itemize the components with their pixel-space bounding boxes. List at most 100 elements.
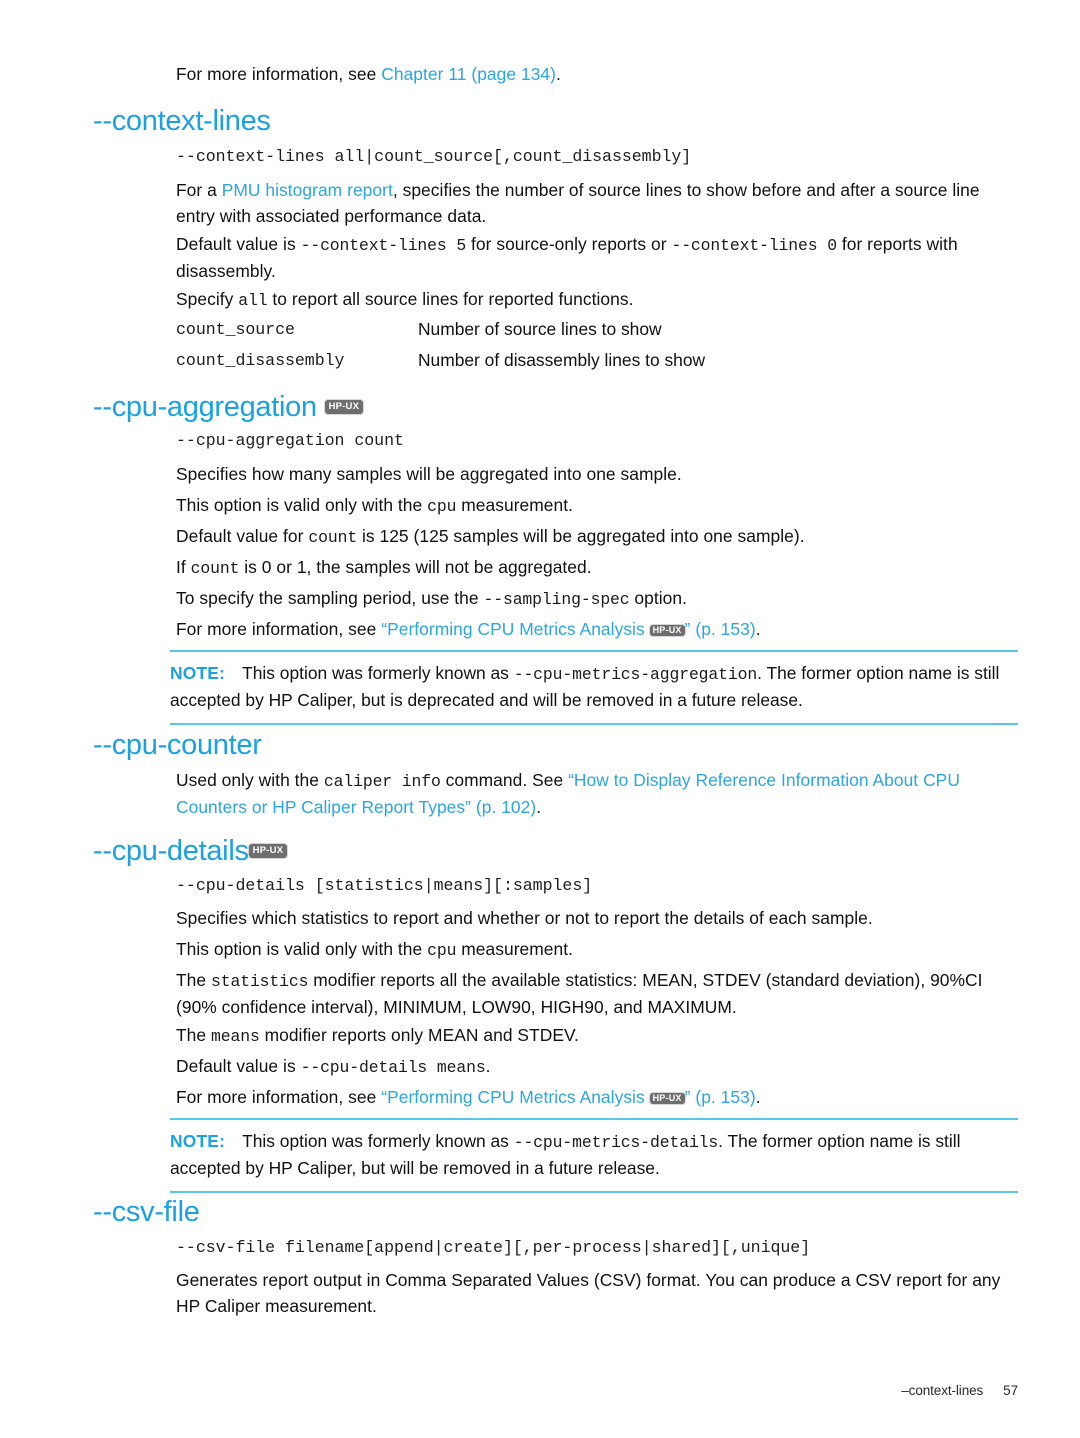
p2-code: cpu bbox=[427, 497, 457, 516]
footer-option-name: –context-lines bbox=[901, 1383, 984, 1398]
pmu-histogram-report-link[interactable]: PMU histogram report bbox=[222, 180, 393, 200]
p3-text-a: The bbox=[176, 970, 211, 990]
hpux-badge-icon: HP-UX bbox=[324, 400, 364, 414]
p4-code: means bbox=[211, 1027, 260, 1046]
context-lines-paragraph-3: Specify all to report all source lines f… bbox=[176, 287, 1021, 314]
intro-prefix: For more information, see bbox=[176, 64, 382, 84]
p2-text-a: This option is valid only with the bbox=[176, 939, 428, 959]
p2-code-2: --context-lines 0 bbox=[671, 236, 837, 255]
definition-term: count_source bbox=[176, 320, 295, 339]
p5-code: --cpu-details means bbox=[300, 1058, 486, 1077]
heading-cpu-counter: --cpu-counter bbox=[93, 728, 262, 762]
context-lines-paragraph-2: Default value is --context-lines 5 for s… bbox=[176, 232, 1021, 284]
p6-text-b: . bbox=[755, 619, 761, 639]
note-label: NOTE: bbox=[170, 663, 226, 683]
performing-cpu-metrics-analysis-link[interactable]: “Performing CPU Metrics Analysis HP-UX” … bbox=[381, 619, 755, 639]
p3-text-a: Specify bbox=[176, 289, 239, 309]
hpux-badge-icon: HP-UX bbox=[649, 1093, 685, 1104]
note-text-a: This option was formerly known as bbox=[242, 1131, 514, 1151]
document-page: For more information, see Chapter 11 (pa… bbox=[0, 0, 1080, 1438]
heading-csv-file: --csv-file bbox=[93, 1195, 200, 1229]
intro-paragraph: For more information, see Chapter 11 (pa… bbox=[176, 62, 1021, 88]
note-code: --cpu-metrics-aggregation bbox=[513, 665, 758, 684]
p2-text-b: measurement. bbox=[456, 939, 573, 959]
footer-content: –context-lines 57 bbox=[901, 1383, 1018, 1398]
cpu-details-paragraph-5: Default value is --cpu-details means. bbox=[176, 1054, 1021, 1081]
p4-text-a: If bbox=[176, 557, 191, 577]
csv-file-paragraph-1: Generates report output in Comma Separat… bbox=[176, 1270, 1001, 1316]
note-code: --cpu-metrics-details bbox=[513, 1133, 719, 1152]
heading-context-lines: --context-lines bbox=[93, 104, 271, 138]
p2-code: cpu bbox=[427, 941, 457, 960]
heading-context-lines-label: --context-lines bbox=[93, 105, 271, 137]
p5-text-a: To specify the sampling period, use the bbox=[176, 588, 484, 608]
heading-cpu-aggregation: --cpu-aggregation HP-UX bbox=[93, 390, 364, 424]
note-body: NOTE: This option was formerly known as -… bbox=[170, 1120, 1018, 1191]
performing-cpu-metrics-analysis-link[interactable]: “Performing CPU Metrics Analysis HP-UX” … bbox=[381, 1087, 755, 1107]
cpu-aggregation-paragraph-5: To specify the sampling period, use the … bbox=[176, 586, 1021, 613]
note-text-a: This option was formerly known as bbox=[242, 663, 514, 683]
syntax-csv-file: --csv-file filename[append|create][,per-… bbox=[176, 1238, 811, 1257]
definition-row-count-source: count_source Number of source lines to sh… bbox=[176, 317, 1021, 342]
p6-text-a: For more information, see bbox=[176, 1087, 382, 1107]
p2-text-b: for source-only reports or bbox=[466, 234, 672, 254]
note-bottom-rule bbox=[170, 1191, 1018, 1193]
footer-page-number: 57 bbox=[1003, 1383, 1018, 1398]
p5-text-b: option. bbox=[629, 588, 687, 608]
p4-text-a: The bbox=[176, 1025, 211, 1045]
intro-suffix: . bbox=[556, 64, 561, 84]
cpu-aggregation-paragraph-3: Default value for count is 125 (125 samp… bbox=[176, 524, 1021, 551]
p2-code-1: --context-lines 5 bbox=[300, 236, 467, 255]
hpux-badge-icon: HP-UX bbox=[248, 844, 288, 858]
note-body: NOTE: This option was formerly known as -… bbox=[170, 652, 1018, 723]
cpu-details-paragraph-6: For more information, see “Performing CP… bbox=[176, 1085, 1021, 1111]
heading-cpu-aggregation-label: --cpu-aggregation bbox=[93, 391, 317, 423]
hpux-badge-icon: HP-UX bbox=[649, 625, 685, 636]
syntax-cpu-details: --cpu-details [statistics|means][:sample… bbox=[176, 876, 593, 895]
p2-text-a: Default value is bbox=[176, 234, 301, 254]
note-cpu-aggregation: NOTE: This option was formerly known as -… bbox=[170, 650, 1018, 725]
p5-code: --sampling-spec bbox=[483, 590, 630, 609]
p3-text-b: to report all source lines for reported … bbox=[267, 289, 634, 309]
p1-text-c: . bbox=[536, 796, 542, 817]
p6-text-a: For more information, see bbox=[176, 619, 382, 639]
p3-text-b: is 125 (125 samples will be aggregated i… bbox=[357, 526, 805, 546]
heading-cpu-details-label: --cpu-details bbox=[93, 835, 249, 867]
definition-row-count-disassembly: count_disassembly Number of disassembly l… bbox=[176, 348, 1021, 373]
link-text-close: ” (p. 153) bbox=[684, 1087, 756, 1107]
note-cpu-details: NOTE: This option was formerly known as -… bbox=[170, 1118, 1018, 1193]
p1-text-a: Used only with the bbox=[176, 770, 324, 790]
heading-csv-file-label: --csv-file bbox=[93, 1196, 200, 1228]
page-footer: –context-lines 57 bbox=[0, 1383, 1080, 1427]
cpu-aggregation-paragraph-1: Specifies how many samples will be aggre… bbox=[176, 464, 682, 484]
p3-code: count bbox=[308, 528, 358, 547]
context-lines-paragraph-1: For a PMU histogram report, specifies th… bbox=[176, 178, 1021, 229]
link-text-close: ” (p. 153) bbox=[684, 619, 756, 639]
cpu-counter-paragraph-1: Used only with the caliper info command.… bbox=[176, 768, 1021, 820]
link-text-open: “Performing CPU Metrics Analysis bbox=[381, 1087, 650, 1107]
p5-text-b: . bbox=[485, 1056, 491, 1076]
link-text-open: “Performing CPU Metrics Analysis bbox=[381, 619, 650, 639]
p4-text-b: modifier reports only MEAN and STDEV. bbox=[259, 1025, 579, 1045]
p1-text-b: command. See bbox=[440, 770, 569, 790]
note-label: NOTE: bbox=[170, 1131, 226, 1151]
p1-text-a: For a bbox=[176, 180, 222, 200]
definition-term: count_disassembly bbox=[176, 351, 345, 370]
cpu-aggregation-paragraph-2: This option is valid only with the cpu m… bbox=[176, 493, 1021, 520]
heading-cpu-counter-label: --cpu-counter bbox=[93, 729, 262, 761]
p2-text-a: This option is valid only with the bbox=[176, 495, 428, 515]
p3-code: all bbox=[238, 291, 268, 310]
p4-text-b: is 0 or 1, the samples will not be aggre… bbox=[239, 557, 592, 577]
p6-text-b: . bbox=[755, 1087, 761, 1107]
syntax-context-lines: --context-lines all|count_source[,count_… bbox=[176, 147, 692, 166]
syntax-cpu-aggregation: --cpu-aggregation count bbox=[176, 431, 404, 450]
cpu-details-paragraph-2: This option is valid only with the cpu m… bbox=[176, 937, 1021, 964]
heading-cpu-details: --cpu-details HP-UX bbox=[93, 834, 288, 868]
p1-code: caliper info bbox=[323, 772, 441, 791]
note-bottom-rule bbox=[170, 723, 1018, 725]
cpu-details-paragraph-4: The means modifier reports only MEAN and… bbox=[176, 1023, 1021, 1050]
chapter-link[interactable]: Chapter 11 (page 134) bbox=[381, 64, 556, 84]
cpu-aggregation-paragraph-4: If count is 0 or 1, the samples will not… bbox=[176, 555, 1021, 582]
definition-description: Number of disassembly lines to show bbox=[418, 350, 706, 370]
cpu-details-paragraph-1: Specifies which statistics to report and… bbox=[176, 908, 873, 928]
